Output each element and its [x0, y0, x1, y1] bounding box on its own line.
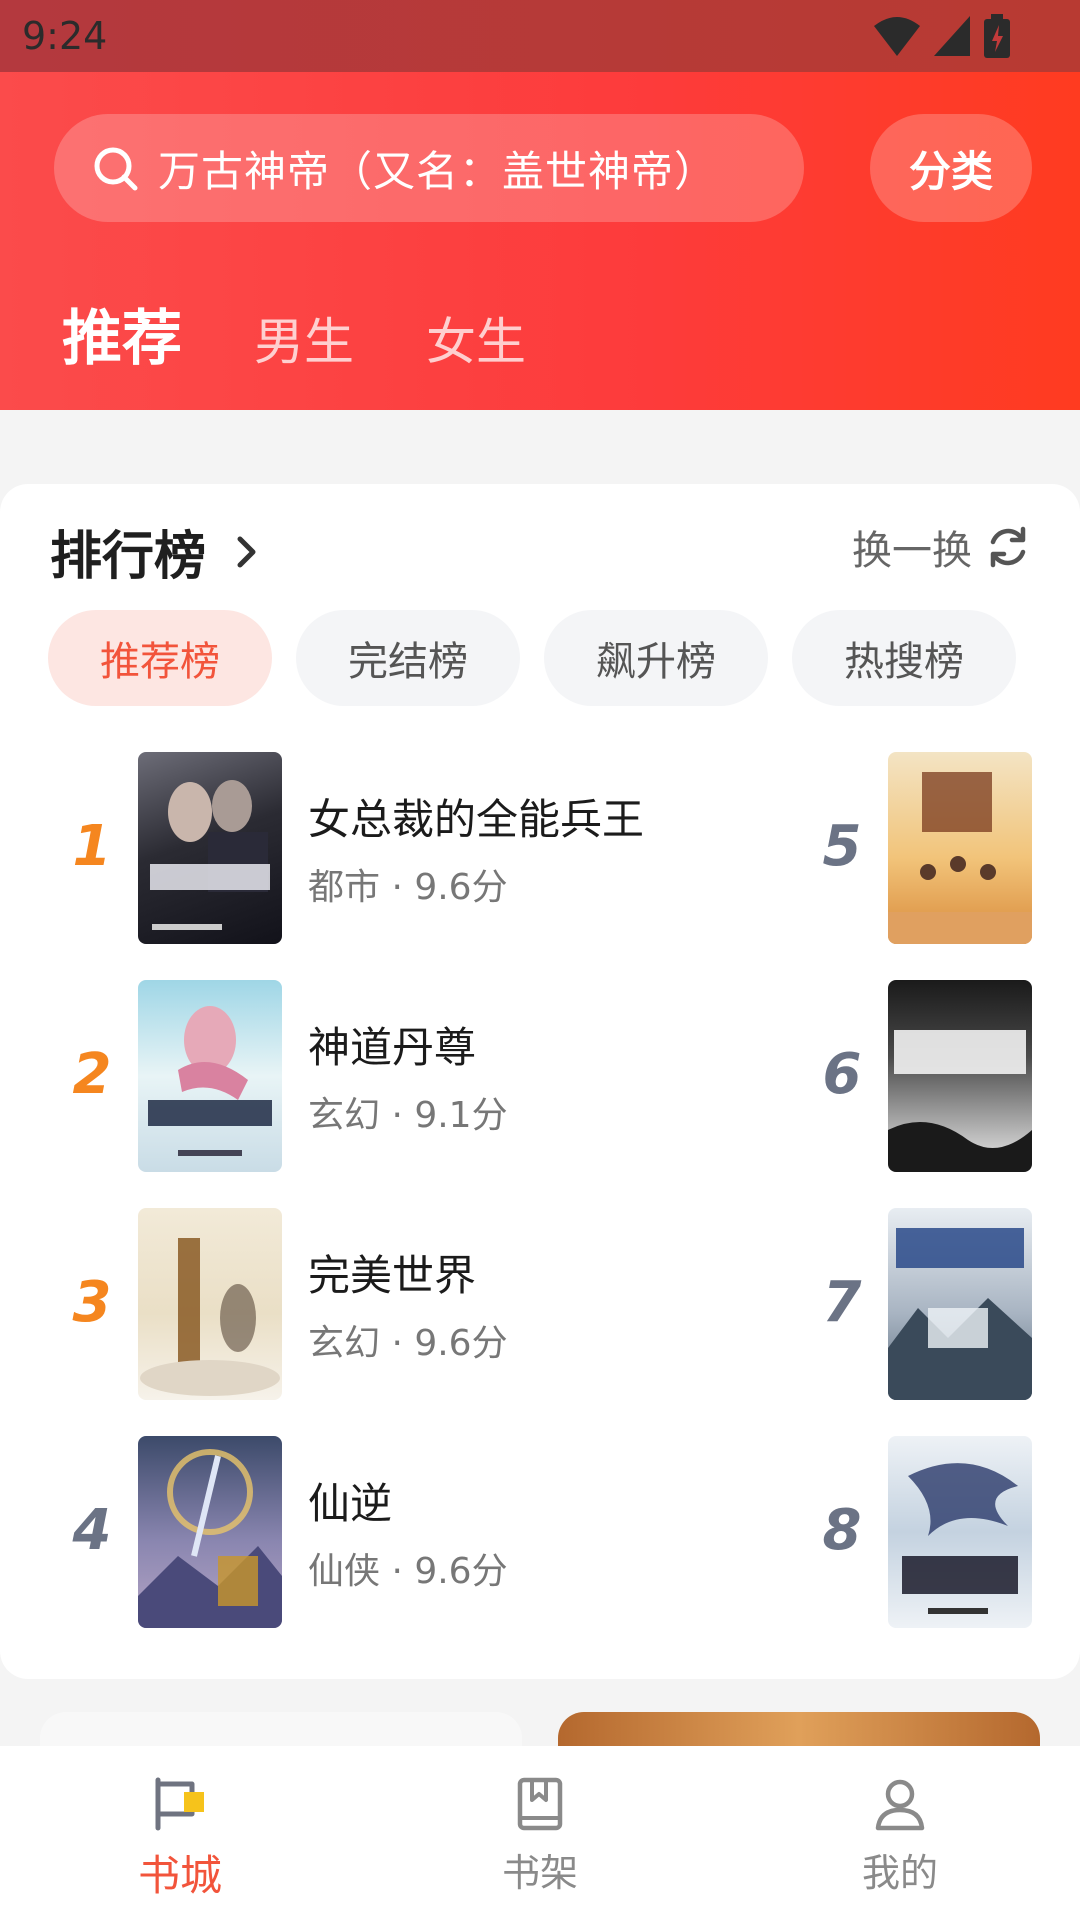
book-cover-7: [888, 1208, 1032, 1400]
channel-tabs: 推荐 男生 女生: [62, 290, 526, 377]
chip-rising-rank[interactable]: 飙升榜: [544, 610, 768, 706]
refresh-label: 换一换: [852, 528, 972, 574]
nav-label: 我的: [861, 1851, 938, 1895]
ranking-item-3[interactable]: 3 完美世界 玄幻 · 9.6分: [62, 1208, 682, 1400]
rank-number: 3: [72, 1270, 112, 1335]
ranking-item-2[interactable]: 2 神道丹尊 玄幻 · 9.1分: [62, 980, 682, 1172]
book-title: 女总裁的全能兵王: [308, 795, 645, 844]
book-cover-3: [138, 1208, 282, 1400]
tab-recommend[interactable]: 推荐: [62, 290, 182, 377]
category-button[interactable]: 分类: [870, 114, 1032, 222]
rank-number: 5: [822, 814, 862, 879]
status-icons: [874, 14, 1010, 58]
ranking-title: 排行榜: [50, 527, 207, 587]
battery-icon: [984, 14, 1010, 58]
wifi-icon: [874, 17, 920, 56]
tab-male[interactable]: 男生: [254, 302, 354, 374]
status-time: 9:24: [22, 14, 108, 58]
rank-number: 7: [822, 1270, 862, 1335]
rank-number: 6: [822, 1042, 862, 1107]
book-cover-1: [138, 752, 282, 944]
book-title: 完美世界: [308, 1251, 477, 1300]
book-meta: 仙侠 · 9.6分: [308, 1551, 508, 1592]
rank-number: 8: [822, 1498, 862, 1563]
chip-recommend-rank[interactable]: 推荐榜: [48, 610, 272, 706]
chevron-right-icon: [237, 536, 256, 567]
search-icon: [94, 147, 138, 191]
rank-number: 1: [72, 814, 112, 879]
nav-profile[interactable]: 我的: [720, 1746, 1080, 1920]
ranking-item-8[interactable]: 8: [812, 1436, 1032, 1628]
ranking-item-4[interactable]: 4 仙逆 仙侠 · 9.6分: [62, 1436, 682, 1628]
ranking-item-6[interactable]: 6: [812, 980, 1032, 1172]
refresh-icon: [990, 526, 1026, 568]
refresh-button[interactable]: 换一换: [852, 518, 1030, 576]
rank-number: 4: [72, 1498, 112, 1563]
book-title: 仙逆: [308, 1479, 393, 1528]
book-meta: 玄幻 · 9.6分: [308, 1323, 508, 1364]
status-bar: 9:24: [0, 0, 1080, 72]
book-cover-4: [138, 1436, 282, 1628]
book-title: 神道丹尊: [308, 1023, 477, 1072]
nav-bookshelf[interactable]: 书架: [360, 1746, 720, 1920]
ranking-header[interactable]: 排行榜: [50, 514, 258, 589]
nav-bookstore[interactable]: 书城: [0, 1746, 360, 1920]
ranking-card: 排行榜 换一换 推荐榜 完结榜 飙升榜 热搜榜 1 女总裁的全能兵王 都市 · …: [0, 484, 1080, 1679]
book-cover-8: [888, 1436, 1032, 1628]
ranking-item-1[interactable]: 1 女总裁的全能兵王 都市 · 9.6分: [62, 752, 682, 944]
cellular-signal-icon: [934, 16, 970, 56]
profile-icon: [875, 1779, 925, 1831]
book-meta: 都市 · 9.6分: [308, 867, 508, 908]
tab-female[interactable]: 女生: [426, 302, 526, 374]
bookshelf-icon: [517, 1777, 563, 1831]
ranking-item-7[interactable]: 7: [812, 1208, 1032, 1400]
rank-number: 2: [72, 1042, 112, 1107]
book-cover-6: [888, 980, 1032, 1172]
bottom-navigation: 书城 书架 我的: [0, 1746, 1080, 1920]
book-cover-5: [888, 752, 1032, 944]
chip-completed-rank[interactable]: 完结榜: [296, 610, 520, 706]
book-meta: 玄幻 · 9.1分: [308, 1095, 508, 1136]
chip-hot-search-rank[interactable]: 热搜榜: [792, 610, 1016, 706]
book-cover-2: [138, 980, 282, 1172]
nav-label: 书城: [137, 1851, 222, 1900]
bookstore-flag-icon: [155, 1777, 204, 1831]
ranking-filter-chips: 推荐榜 完结榜 飙升榜 热搜榜: [48, 610, 1016, 706]
search-placeholder: 万古神帝（又名：盖世神帝）: [158, 146, 718, 196]
ranking-item-5[interactable]: 5: [812, 752, 1032, 944]
nav-label: 书架: [501, 1851, 578, 1895]
search-bar[interactable]: 万古神帝（又名：盖世神帝）: [54, 114, 804, 222]
